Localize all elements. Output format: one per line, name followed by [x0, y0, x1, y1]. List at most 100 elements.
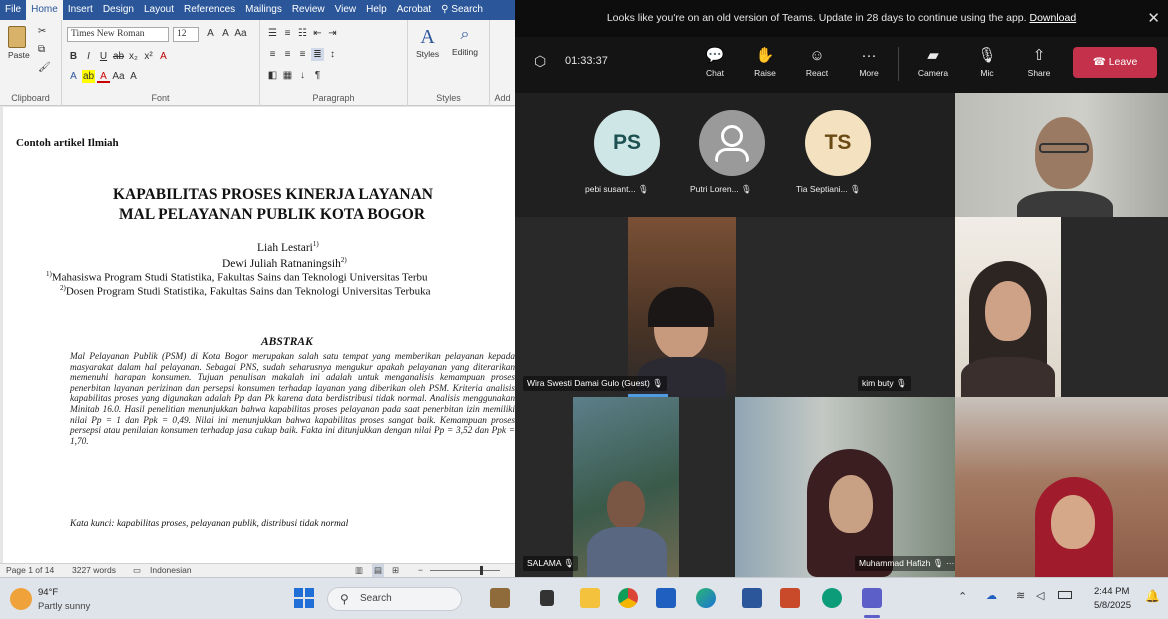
- shield-icon[interactable]: ⬡: [534, 53, 546, 70]
- battery-icon[interactable]: [1058, 591, 1072, 599]
- align-right-icon[interactable]: ≡: [296, 48, 309, 61]
- tab-design[interactable]: Design: [98, 0, 139, 20]
- editing-label: Editing: [452, 47, 478, 57]
- notification-icon[interactable]: 🔔: [1145, 589, 1160, 603]
- font-name-select[interactable]: Times New Roman: [67, 27, 169, 42]
- numbering-icon[interactable]: ≡: [281, 27, 294, 40]
- pilcrow-icon[interactable]: ¶: [311, 69, 324, 82]
- onedrive-icon[interactable]: ☁: [986, 589, 997, 602]
- zoom-out-icon[interactable]: −: [418, 564, 423, 577]
- tab-file[interactable]: File: [0, 0, 26, 20]
- read-mode-icon[interactable]: ▥: [355, 564, 363, 577]
- document-page[interactable]: Contoh artikel Ilmiah KAPABILITAS PROSES…: [3, 107, 515, 563]
- print-layout-icon[interactable]: ▤: [372, 564, 385, 577]
- copy-icon[interactable]: ⧉: [38, 44, 45, 55]
- video-tile-guest[interactable]: [955, 397, 1168, 577]
- zoom-slider-thumb[interactable]: [480, 566, 483, 575]
- tab-insert[interactable]: Insert: [63, 0, 98, 20]
- volume-icon[interactable]: ◁: [1036, 589, 1044, 602]
- tab-layout[interactable]: Layout: [139, 0, 179, 20]
- proofing-icon[interactable]: ▭: [133, 564, 141, 577]
- word-count[interactable]: 3227 words: [72, 564, 116, 577]
- format-painter-icon[interactable]: 🖌: [38, 62, 51, 73]
- share-button[interactable]: ⇧ Share: [1019, 46, 1059, 78]
- clock-time[interactable]: 2:44 PM: [1094, 586, 1129, 597]
- taskbar-search-box[interactable]: ⚲ Search: [327, 587, 462, 611]
- chat-button[interactable]: 💬 Chat: [695, 46, 735, 78]
- avatar-ts[interactable]: TS: [805, 110, 871, 176]
- task-view-icon[interactable]: [540, 590, 554, 606]
- paste-button[interactable]: Paste: [8, 26, 30, 60]
- superscript-icon[interactable]: x²: [142, 50, 155, 63]
- mail-icon[interactable]: [656, 588, 676, 608]
- clock-date[interactable]: 5/8/2025: [1094, 600, 1131, 611]
- teams-app-icon[interactable]: [862, 588, 882, 608]
- editing-button[interactable]: ⌕ Editing: [452, 26, 478, 57]
- align-left-icon[interactable]: ≡: [266, 48, 279, 61]
- font-color-icon[interactable]: A: [97, 70, 110, 83]
- avatar-putri[interactable]: [699, 110, 765, 176]
- tab-mailings[interactable]: Mailings: [240, 0, 287, 20]
- powerpoint-icon[interactable]: [780, 588, 800, 608]
- download-link[interactable]: Download: [1029, 12, 1076, 24]
- react-button[interactable]: ☺ React: [797, 46, 837, 78]
- browser-icon[interactable]: [822, 588, 842, 608]
- bold-icon[interactable]: B: [67, 50, 80, 63]
- avatar-ps[interactable]: PS: [594, 110, 660, 176]
- tab-view[interactable]: View: [330, 0, 362, 20]
- leave-button[interactable]: ☎ Leave: [1073, 47, 1157, 78]
- strikethrough-icon[interactable]: ab: [112, 50, 125, 63]
- align-center-icon[interactable]: ≡: [281, 48, 294, 61]
- word-app-icon[interactable]: [742, 588, 762, 608]
- more-button[interactable]: ··· More: [849, 46, 889, 78]
- underline-icon[interactable]: U: [97, 50, 110, 63]
- windows-start-icon[interactable]: [294, 588, 314, 608]
- font-size-select[interactable]: 12: [173, 27, 199, 42]
- video-tile-presenter[interactable]: [955, 93, 1168, 217]
- tab-acrobat[interactable]: Acrobat: [392, 0, 436, 20]
- video-tile-kim[interactable]: kim buty 🎙: [850, 217, 955, 397]
- highlight-icon[interactable]: ab: [82, 70, 95, 83]
- chevron-up-icon[interactable]: ⌃: [958, 590, 967, 603]
- increase-indent-icon[interactable]: ⇥: [326, 27, 339, 40]
- decrease-indent-icon[interactable]: ⇤: [311, 27, 324, 40]
- video-tile-hafizh[interactable]: Muhammad Hafizh 🎙 ···: [735, 397, 955, 577]
- edge-icon[interactable]: [696, 588, 716, 608]
- wifi-icon[interactable]: ≋: [1016, 589, 1025, 602]
- cut-icon[interactable]: ✂: [38, 26, 46, 37]
- char-shading-icon[interactable]: A: [127, 70, 140, 83]
- multilevel-icon[interactable]: ☷: [296, 27, 309, 40]
- change-case-icon[interactable]: Aa: [112, 70, 125, 83]
- bullets-icon[interactable]: ☰: [266, 27, 279, 40]
- camera-button[interactable]: ▰ Camera: [913, 46, 953, 78]
- line-spacing-icon[interactable]: ↕: [326, 48, 339, 61]
- borders-icon[interactable]: ▦: [281, 69, 294, 82]
- tab-search[interactable]: ⚲ Search: [436, 0, 488, 20]
- file-explorer-icon[interactable]: [580, 588, 600, 608]
- italic-icon[interactable]: I: [82, 50, 95, 63]
- tab-review[interactable]: Review: [287, 0, 330, 20]
- language-label[interactable]: Indonesian: [150, 564, 192, 577]
- tab-help[interactable]: Help: [361, 0, 392, 20]
- video-tile-salama[interactable]: SALAMA 🎙: [515, 397, 735, 577]
- styles-button[interactable]: A Styles: [416, 26, 439, 59]
- tab-home[interactable]: Home: [26, 0, 63, 20]
- sort-icon[interactable]: ↓: [296, 69, 309, 82]
- text-effects-icon[interactable]: A: [67, 70, 80, 83]
- widgets-icon[interactable]: [490, 588, 510, 608]
- mic-button[interactable]: 🎙 Mic: [967, 46, 1007, 78]
- zoom-slider[interactable]: [430, 570, 500, 571]
- shading-icon[interactable]: ◧: [266, 69, 279, 82]
- page-count[interactable]: Page 1 of 14: [6, 564, 54, 577]
- justify-icon[interactable]: ≣: [311, 48, 324, 61]
- font-grow-shrink-icons[interactable]: A A Aa: [204, 27, 249, 40]
- clear-format-icon[interactable]: A: [157, 50, 170, 63]
- raise-hand-button[interactable]: ✋ Raise: [745, 46, 785, 78]
- video-tile-wira[interactable]: Wira Swesti Damai Gulo (Guest) 🎙: [515, 217, 850, 397]
- close-icon[interactable]: ✕: [1147, 0, 1160, 37]
- web-layout-icon[interactable]: ⊞: [392, 564, 399, 577]
- chrome-icon[interactable]: [618, 588, 638, 608]
- more-options-icon[interactable]: ···: [946, 558, 955, 568]
- subscript-icon[interactable]: x₂: [127, 50, 140, 63]
- tab-references[interactable]: References: [179, 0, 240, 20]
